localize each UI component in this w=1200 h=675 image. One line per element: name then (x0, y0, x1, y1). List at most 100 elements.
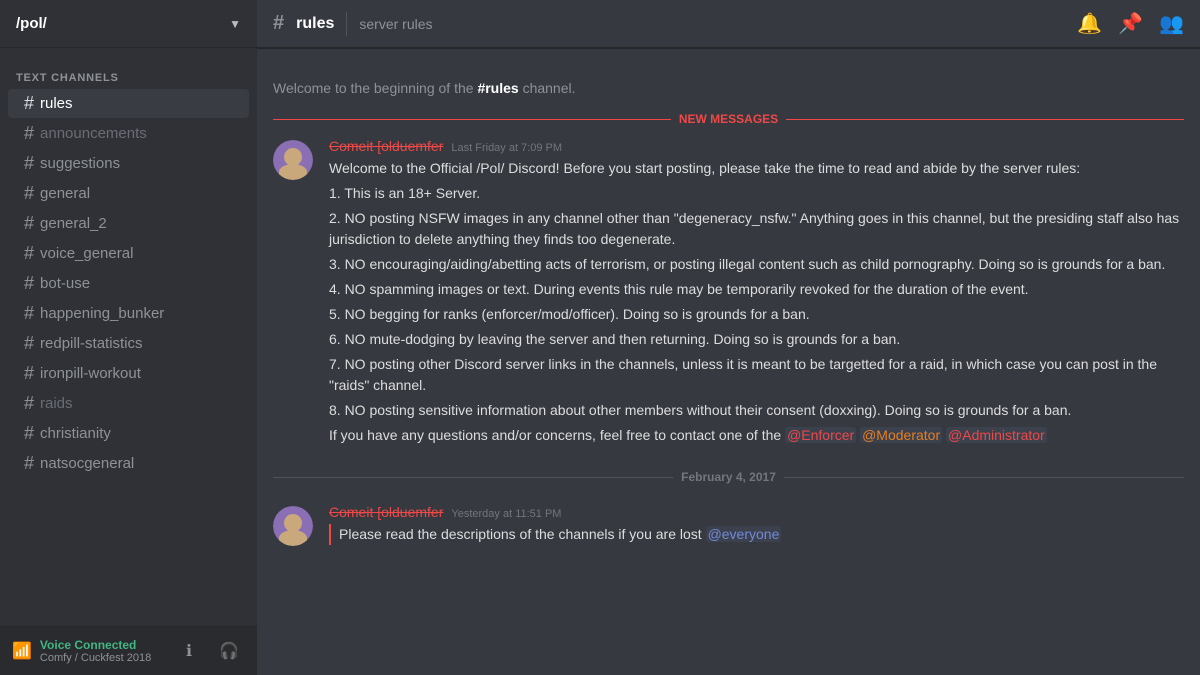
sidebar-item-raids[interactable]: # raids (8, 389, 249, 418)
message-meta-1: Comeit [olduemfer Last Friday at 7:09 PM (329, 138, 1184, 154)
second-message-content: Please read the descriptions of the chan… (339, 526, 706, 542)
message-content-2: Comeit [olduemfer Yesterday at 11:51 PM … (329, 504, 1184, 546)
channel-header: # rules server rules 🔔 📌 👥 (257, 0, 1200, 48)
rule-7: 7. NO posting other Discord server links… (329, 354, 1184, 396)
message-group-1: Comeit [olduemfer Last Friday at 7:09 PM… (257, 134, 1200, 454)
channel-name-happening-bunker: happening_bunker (40, 305, 164, 322)
hash-icon: # (24, 363, 34, 384)
hash-icon: # (24, 213, 34, 234)
channel-name-bot-use: bot-use (40, 275, 90, 292)
message-text-2: Please read the descriptions of the chan… (329, 524, 1184, 545)
sidebar-item-suggestions[interactable]: # suggestions (8, 149, 249, 178)
voice-deafen-button[interactable]: 🎧 (213, 635, 245, 667)
channel-start: Welcome to the beginning of the #rules c… (257, 64, 1200, 104)
channel-list: TEXT CHANNELS # rules # announcements # … (0, 48, 257, 626)
rule-6: 6. NO mute-dodging by leaving the server… (329, 329, 1184, 350)
channel-name-suggestions: suggestions (40, 155, 120, 172)
channel-name-natsocgeneral: natsocgeneral (40, 455, 134, 472)
message-content-1: Comeit [olduemfer Last Friday at 7:09 PM… (329, 138, 1184, 450)
channel-name-raids: raids (40, 395, 73, 412)
rule-8: 8. NO posting sensitive information abou… (329, 400, 1184, 421)
channel-start-text: Welcome to the beginning of the #rules c… (273, 80, 576, 96)
moderator-mention[interactable]: @Moderator (860, 427, 942, 443)
server-header[interactable]: /pol/ ▼ (0, 0, 257, 48)
hash-icon: # (24, 333, 34, 354)
avatar-2 (273, 506, 313, 546)
chevron-down-icon: ▼ (229, 17, 241, 31)
hash-icon: # (24, 273, 34, 294)
channel-name-general: general (40, 185, 90, 202)
hash-icon: # (24, 393, 34, 414)
second-message-bar: Please read the descriptions of the chan… (329, 524, 1184, 545)
voice-info-button[interactable]: ℹ (173, 635, 205, 667)
sidebar-item-redpill-statistics[interactable]: # redpill-statistics (8, 329, 249, 358)
voice-channel-name: Comfy / Cuckfest 2018 (40, 652, 151, 664)
channel-header-hash-icon: # (273, 12, 284, 35)
sidebar-item-ironpill-workout[interactable]: # ironpill-workout (8, 359, 249, 388)
channel-name-redpill-statistics: redpill-statistics (40, 335, 143, 352)
sidebar-item-announcements[interactable]: # announcements (8, 119, 249, 148)
new-messages-divider: NEW MESSAGES (273, 112, 1184, 126)
rule-4: 4. NO spamming images or text. During ev… (329, 279, 1184, 300)
sidebar-item-voice-general[interactable]: # voice_general (8, 239, 249, 268)
enforcer-mention[interactable]: @Enforcer (785, 427, 856, 443)
main-content: # rules server rules 🔔 📌 👥 Welcome to th… (257, 0, 1200, 675)
contact-text: If you have any questions and/or concern… (329, 425, 1184, 446)
channel-name-ironpill-workout: ironpill-workout (40, 365, 141, 382)
signal-icon: 📶 (12, 641, 32, 661)
channel-header-name: rules (296, 15, 334, 33)
message-group-2: Comeit [olduemfer Yesterday at 11:51 PM … (257, 500, 1200, 550)
hash-icon: # (24, 423, 34, 444)
sidebar-item-natsocgeneral[interactable]: # natsocgeneral (8, 449, 249, 478)
sidebar-item-bot-use[interactable]: # bot-use (8, 269, 249, 298)
messages-area: Welcome to the beginning of the #rules c… (257, 48, 1200, 675)
sidebar-item-happening-bunker[interactable]: # happening_bunker (8, 299, 249, 328)
username-1: Comeit [olduemfer (329, 138, 443, 154)
rule-3: 3. NO encouraging/aiding/abetting acts o… (329, 254, 1184, 275)
timestamp-1: Last Friday at 7:09 PM (451, 142, 562, 154)
sidebar-item-general[interactable]: # general (8, 179, 249, 208)
hash-icon: # (24, 153, 34, 174)
date-line-right (784, 477, 1184, 478)
administrator-mention[interactable]: @Administrator (946, 427, 1047, 443)
new-messages-line-right (786, 119, 1184, 120)
voice-connected-label: Voice Connected (40, 638, 151, 652)
channel-name-christianity: christianity (40, 425, 111, 442)
hash-icon: # (24, 453, 34, 474)
new-messages-line-left (273, 119, 671, 120)
header-icons: 🔔 📌 👥 (1077, 11, 1184, 36)
hash-icon: # (24, 303, 34, 324)
message-meta-2: Comeit [olduemfer Yesterday at 11:51 PM (329, 504, 1184, 520)
channel-name-rules: rules (40, 95, 73, 112)
hash-icon: # (24, 123, 34, 144)
hash-icon: # (24, 183, 34, 204)
text-channels-header: TEXT CHANNELS (0, 56, 257, 88)
pin-icon[interactable]: 📌 (1118, 11, 1143, 36)
server-name: /pol/ (16, 15, 47, 32)
members-icon[interactable]: 👥 (1159, 11, 1184, 36)
avatar-1 (273, 140, 313, 180)
sidebar-item-rules[interactable]: # rules (8, 89, 249, 118)
date-line-left (273, 477, 673, 478)
timestamp-2: Yesterday at 11:51 PM (451, 508, 561, 520)
sidebar: /pol/ ▼ TEXT CHANNELS # rules # announce… (0, 0, 257, 675)
sidebar-item-christianity[interactable]: # christianity (8, 419, 249, 448)
rule-5: 5. NO begging for ranks (enforcer/mod/of… (329, 304, 1184, 325)
bell-icon[interactable]: 🔔 (1077, 11, 1102, 36)
header-divider (346, 12, 347, 36)
date-divider: February 4, 2017 (273, 470, 1184, 484)
rule-1: 1. This is an 18+ Server. (329, 183, 1184, 204)
channel-name-voice-general: voice_general (40, 245, 133, 262)
channel-name-announcements: announcements (40, 125, 147, 142)
everyone-mention[interactable]: @everyone (706, 526, 782, 542)
voice-bar: 📶 Voice Connected Comfy / Cuckfest 2018 … (0, 626, 257, 675)
sidebar-item-general2[interactable]: # general_2 (8, 209, 249, 238)
avatar-image-2 (273, 506, 313, 546)
voice-actions: ℹ 🎧 (173, 635, 245, 667)
channel-ref: #rules (477, 80, 518, 96)
channel-header-topic: server rules (359, 16, 432, 32)
message-text-1: Welcome to the Official /Pol/ Discord! B… (329, 158, 1184, 446)
new-messages-label: NEW MESSAGES (679, 112, 778, 126)
rule-2: 2. NO posting NSFW images in any channel… (329, 208, 1184, 250)
hash-icon: # (24, 93, 34, 114)
